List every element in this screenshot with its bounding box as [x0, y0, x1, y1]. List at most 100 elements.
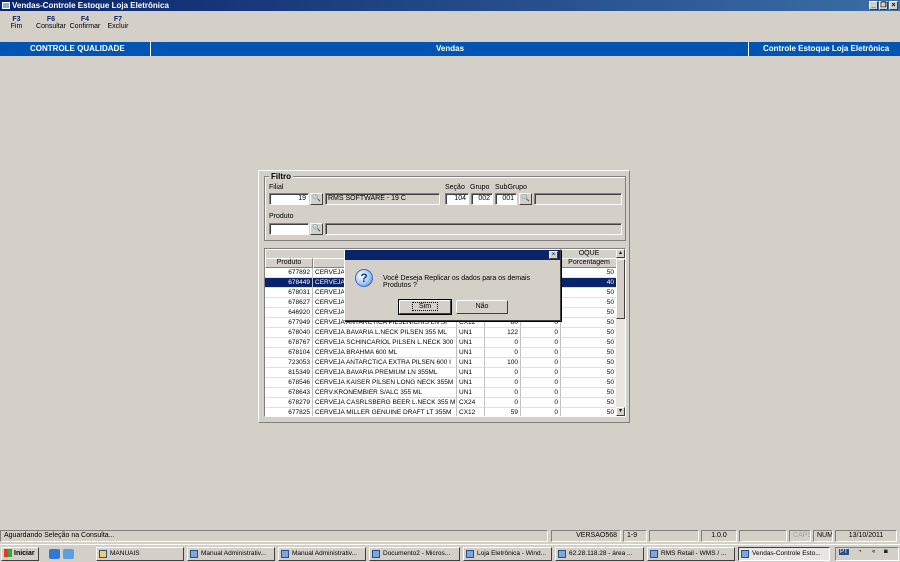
subgrupo-input[interactable]: 001	[495, 193, 517, 205]
fkey-fim-button[interactable]: F3 Fim	[0, 16, 33, 30]
cell-pct[interactable]: 50	[561, 368, 617, 378]
cell-q2[interactable]: 0	[521, 368, 561, 378]
cell-pct[interactable]: 50	[561, 268, 617, 278]
cell-un[interactable]: CX12	[457, 408, 485, 416]
dialog-no-button[interactable]: Não	[456, 300, 508, 314]
cell-code[interactable]: 678031	[265, 288, 313, 298]
cell-code[interactable]: 677825	[265, 408, 313, 416]
taskbar-item-documento2[interactable]: Documento2 - Micros...	[369, 547, 460, 561]
cell-q2[interactable]: 0	[521, 338, 561, 348]
fkey-confirmar-button[interactable]: F4 Confirmar	[69, 16, 101, 30]
table-row[interactable]: 678040 CERVEJA BAVARIA L.NECK PILSEN 355 …	[265, 328, 617, 338]
taskbar-item-vendas-controle[interactable]: Vendas-Controle Esto...	[738, 547, 830, 561]
taskbar-item-rms-retail[interactable]: RMS Retail - WMS / ...	[647, 547, 735, 561]
cell-q2[interactable]: 0	[521, 378, 561, 388]
cell-pct[interactable]: 50	[561, 288, 617, 298]
dialog-close-button[interactable]: ×	[549, 251, 558, 259]
table-row[interactable]: 678279 CERVEJA CASRLSBERG BEER L.NECK 355…	[265, 398, 617, 408]
fkey-excluir-button[interactable]: F7 Excluir	[101, 16, 135, 30]
table-row[interactable]: 815349 CERVEJA BAVARIA PREMIUM LN 355ML UN…	[265, 368, 617, 378]
cell-desc[interactable]: CERVEJA MILLER GENUINE DRAFT LT 355M	[313, 408, 457, 416]
cell-desc[interactable]: CERVEJA BAVARIA L.NECK PILSEN 355 ML	[313, 328, 457, 338]
filial-input[interactable]: 19	[269, 193, 309, 205]
cell-desc[interactable]: CERVEJA CASRLSBERG BEER L.NECK 355 M	[313, 398, 457, 408]
cell-desc[interactable]: CERVEJA SCHINCARIOL PILSEN L.NECK 300	[313, 338, 457, 348]
cell-code[interactable]: 678767	[265, 338, 313, 348]
cell-desc[interactable]: CERVEJA BAVARIA PREMIUM LN 355ML	[313, 368, 457, 378]
start-button[interactable]: Iniciar	[1, 547, 39, 561]
language-indicator[interactable]: PT	[839, 549, 849, 555]
cell-code[interactable]: 678040	[265, 328, 313, 338]
grid-header-produto[interactable]: Produto	[265, 258, 313, 268]
cell-pct[interactable]: 50	[561, 318, 617, 328]
grupo-input[interactable]: 002	[471, 193, 493, 205]
subgrupo-search-button[interactable]: 🔍	[519, 193, 532, 205]
cell-q1[interactable]: 100	[485, 358, 521, 368]
produto-search-button[interactable]: 🔍	[310, 223, 323, 235]
cell-code[interactable]: 678449	[265, 278, 313, 288]
cell-q1[interactable]: 0	[485, 378, 521, 388]
dialog-yes-button[interactable]: Sim	[398, 299, 452, 315]
cell-un[interactable]: UN1	[457, 328, 485, 338]
cell-code[interactable]: 678643	[265, 388, 313, 398]
table-row[interactable]: 678643 CERV.KRONEMBIER S/ALC 355 ML UN1 0 0 5…	[265, 388, 617, 398]
taskbar-item-manual-2[interactable]: Manual Administrativ...	[278, 547, 366, 561]
cell-code[interactable]: 815349	[265, 368, 313, 378]
cell-un[interactable]: UN1	[457, 378, 485, 388]
cell-desc[interactable]: CERVEJA BRAHMA 600 ML	[313, 348, 457, 358]
table-row[interactable]: 678546 CERVEJA KAISER PILSEN LONG NECK 35…	[265, 378, 617, 388]
tray-chevron-icon[interactable]: «	[872, 549, 875, 555]
grid-header-porcentagem[interactable]: Porcentagem	[561, 258, 617, 268]
cell-code[interactable]: 677892	[265, 268, 313, 278]
taskbar-item-loja-eletronica[interactable]: Loja Eletrônica - Wind...	[463, 547, 552, 561]
cell-desc[interactable]: CERV.KRONEMBIER S/ALC 355 ML	[313, 388, 457, 398]
cell-q2[interactable]: 0	[521, 328, 561, 338]
internet-explorer-icon[interactable]	[49, 549, 60, 559]
cell-un[interactable]: UN1	[457, 358, 485, 368]
cell-pct[interactable]: 40	[561, 278, 617, 288]
cell-code[interactable]: 678279	[265, 398, 313, 408]
cell-q2[interactable]: 0	[521, 398, 561, 408]
cell-pct[interactable]: 50	[561, 328, 617, 338]
minimize-button[interactable]: _	[869, 1, 878, 10]
filial-search-button[interactable]: 🔍	[310, 193, 323, 205]
cell-pct[interactable]: 50	[561, 388, 617, 398]
cell-q1[interactable]: 0	[485, 348, 521, 358]
cell-pct[interactable]: 50	[561, 358, 617, 368]
cell-pct[interactable]: 50	[561, 378, 617, 388]
cell-pct[interactable]: 50	[561, 298, 617, 308]
cell-un[interactable]: CX24	[457, 398, 485, 408]
cell-pct[interactable]: 50	[561, 398, 617, 408]
cell-pct[interactable]: 50	[561, 408, 617, 416]
cell-desc[interactable]: CERVEJA KAISER PILSEN LONG NECK 355M	[313, 378, 457, 388]
cell-code[interactable]: 678546	[265, 378, 313, 388]
cell-code[interactable]: 677949	[265, 318, 313, 328]
produto-input[interactable]	[269, 223, 309, 235]
table-row[interactable]: 723053 CERVEJA ANTARCTICA EXTRA PILSEN 60…	[265, 358, 617, 368]
secao-input[interactable]: 104	[445, 193, 469, 205]
cell-un[interactable]: UN1	[457, 348, 485, 358]
close-button[interactable]: ×	[889, 1, 898, 10]
cell-code[interactable]: 678104	[265, 348, 313, 358]
quick-launch-icon[interactable]	[63, 549, 74, 559]
taskbar-item-remote-desktop[interactable]: 62.28.118.28 - área ...	[555, 547, 644, 561]
cell-q2[interactable]: 0	[521, 388, 561, 398]
cell-q2[interactable]: 0	[521, 408, 561, 416]
cell-q1[interactable]: 0	[485, 338, 521, 348]
cell-desc[interactable]: CERVEJA ANTARCTICA EXTRA PILSEN 600 I	[313, 358, 457, 368]
scroll-thumb[interactable]	[616, 259, 625, 319]
table-row[interactable]: 677825 CERVEJA MILLER GENUINE DRAFT LT 35…	[265, 408, 617, 416]
restore-button[interactable]: ❐	[879, 1, 888, 10]
cell-code[interactable]: 678627	[265, 298, 313, 308]
cell-q2[interactable]: 0	[521, 348, 561, 358]
cell-q1[interactable]: 0	[485, 368, 521, 378]
tray-icon[interactable]: ◔	[858, 549, 862, 555]
fkey-consultar-button[interactable]: F6 Consultar	[33, 16, 69, 30]
cell-un[interactable]: UN1	[457, 338, 485, 348]
cell-q1[interactable]: 0	[485, 398, 521, 408]
scroll-up-arrow-icon[interactable]: ▲	[616, 249, 625, 258]
taskbar-item-manuais[interactable]: MANUAIS	[96, 547, 184, 561]
cell-code[interactable]: 646920	[265, 308, 313, 318]
tray-network-icon[interactable]: ◙	[884, 549, 888, 555]
cell-q1[interactable]: 59	[485, 408, 521, 416]
